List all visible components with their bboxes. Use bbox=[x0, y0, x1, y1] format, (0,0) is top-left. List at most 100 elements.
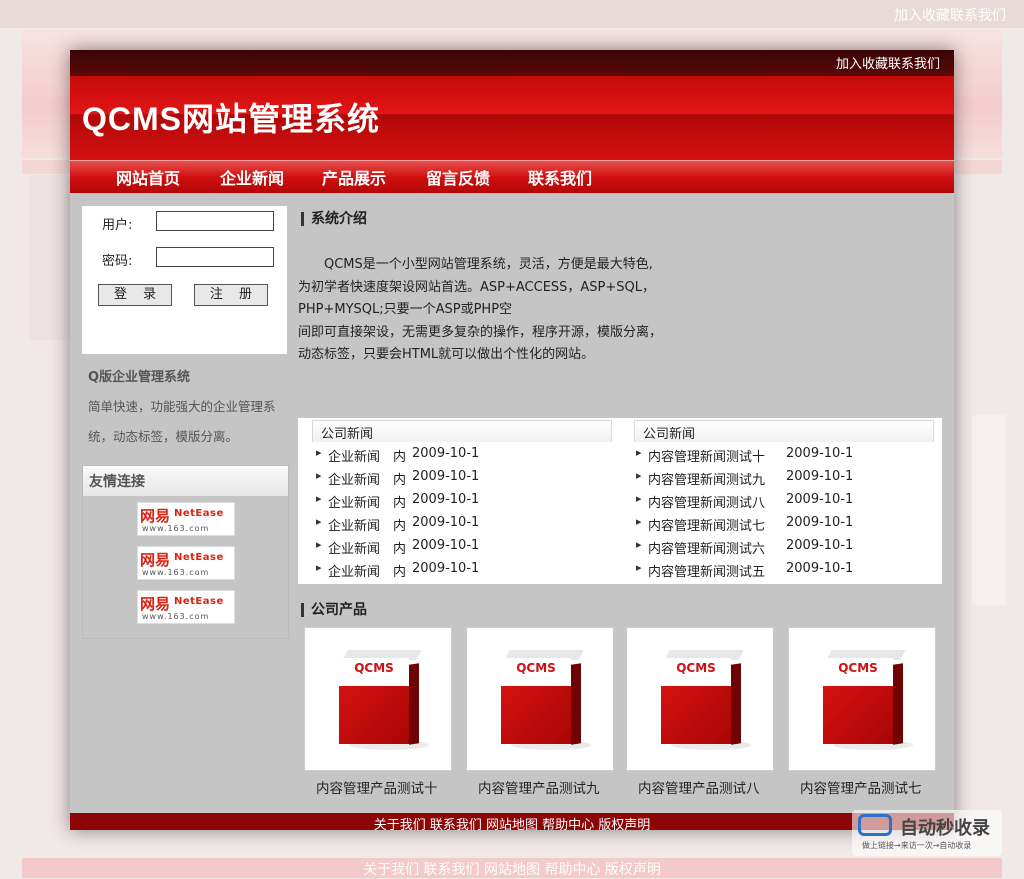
password-label: 密码: bbox=[102, 254, 133, 269]
news-item[interactable]: 内容管理新闻测试五 2009-10-1 bbox=[636, 561, 938, 584]
news-item[interactable]: 内容管理新闻测试十 2009-10-1 bbox=[636, 446, 938, 469]
box-side bbox=[409, 663, 419, 745]
system-intro-line: 为初学者快速度架设网站首选。ASP+ACCESS，ASP+SQL， bbox=[298, 279, 656, 295]
product-image[interactable]: QCMS bbox=[466, 627, 614, 771]
news-item-date: 2009-10-1 bbox=[786, 492, 854, 507]
news-item-title: 企业新闻 内 bbox=[328, 565, 407, 580]
news-item-date: 2009-10-1 bbox=[412, 561, 480, 576]
netease-link[interactable]: 网易 NetEase www.163.com bbox=[137, 502, 235, 536]
news-item-date: 2009-10-1 bbox=[412, 492, 480, 507]
netease-logo-en: NetEase bbox=[174, 596, 224, 607]
watermark-logo: 自动秒收录 做上链接→来访一次→自动收录 bbox=[852, 810, 1002, 856]
system-intro-title: 系统介绍 bbox=[301, 208, 367, 228]
product-name[interactable]: 内容管理产品测试七 bbox=[800, 777, 954, 797]
news-item-title: 内容管理新闻测试六 bbox=[648, 542, 766, 557]
watermark-subtitle: 做上链接→来访一次→自动收录 bbox=[862, 841, 972, 850]
main-nav: 网站首页 企业新闻 产品展示 留言反馈 联系我们 bbox=[70, 160, 954, 193]
product-image[interactable]: QCMS bbox=[788, 627, 936, 771]
netease-logo-en: NetEase bbox=[174, 508, 224, 519]
news-item-title: 内容管理新闻测试十 bbox=[648, 450, 766, 465]
product-name[interactable]: 内容管理产品测试九 bbox=[478, 777, 638, 797]
news-item-title: 企业新闻 内 bbox=[328, 450, 407, 465]
netease-logo-url: www.163.com bbox=[142, 568, 210, 577]
netease-logo-en: NetEase bbox=[174, 552, 224, 563]
product-name[interactable]: 内容管理产品测试八 bbox=[638, 777, 798, 797]
system-intro-line: 间即可直接架设，无需更多复杂的操作，程序开源，模版分离， bbox=[298, 324, 663, 340]
page-frame: 加入收藏联系我们 QCMS网站管理系统 网站首页 企业新闻 产品展示 留言反馈 … bbox=[70, 50, 954, 830]
news-item[interactable]: 企业新闻 内 2009-10-1 bbox=[316, 469, 628, 492]
box-side bbox=[893, 663, 903, 745]
register-button[interactable]: 注 册 bbox=[194, 284, 268, 306]
password-input[interactable] bbox=[156, 247, 274, 267]
netease-logo-url: www.163.com bbox=[142, 612, 210, 621]
netease-logo-url: www.163.com bbox=[142, 524, 210, 533]
product-name[interactable]: 内容管理产品测试十 bbox=[316, 777, 476, 797]
watermark-mark-icon bbox=[858, 814, 892, 836]
nav-item-news[interactable]: 企业新闻 bbox=[220, 165, 284, 189]
news-item-title: 企业新闻 内 bbox=[328, 519, 407, 534]
nav-item-contact[interactable]: 联系我们 bbox=[528, 165, 592, 189]
news-item-title: 企业新闻 内 bbox=[328, 473, 407, 488]
background-footer-text: 关于我们 联系我们 网站地图 帮助中心 版权声明 bbox=[363, 862, 661, 878]
intro-box: Q版企业管理系统 简单快速，功能强大的企业管理系统，动态标签，模版分离。 bbox=[82, 356, 287, 456]
background-panel-left bbox=[30, 175, 70, 340]
system-intro-text: QCMS是一个小型网站管理系统，灵活，方便是最大特色, 为初学者快速度架设网站首… bbox=[298, 254, 698, 367]
box-side bbox=[731, 663, 741, 745]
footer-links[interactable]: 关于我们 联系我们 网站地图 帮助中心 版权声明 bbox=[70, 814, 954, 830]
site-title: QCMS网站管理系统 bbox=[82, 101, 381, 137]
background-footer: 关于我们 联系我们 网站地图 帮助中心 版权声明 bbox=[22, 858, 1002, 878]
box-label: QCMS bbox=[661, 658, 731, 686]
box-label: QCMS bbox=[823, 658, 893, 686]
background-top-bar: 加入收藏联系我们 bbox=[0, 0, 1024, 28]
nav-item-products[interactable]: 产品展示 bbox=[322, 165, 386, 189]
tab-company-news-left[interactable]: 公司新闻 bbox=[312, 420, 612, 442]
news-item-title: 内容管理新闻测试七 bbox=[648, 519, 766, 534]
friend-links-header: 友情连接 bbox=[83, 466, 288, 496]
tab-company-news-right[interactable]: 公司新闻 bbox=[634, 420, 934, 442]
site-footer: 关于我们 联系我们 网站地图 帮助中心 版权声明 bbox=[70, 813, 954, 830]
news-item[interactable]: 内容管理新闻测试七 2009-10-1 bbox=[636, 515, 938, 538]
username-input[interactable] bbox=[156, 211, 274, 231]
news-item[interactable]: 内容管理新闻测试九 2009-10-1 bbox=[636, 469, 938, 492]
product-image[interactable]: QCMS bbox=[304, 627, 452, 771]
news-item[interactable]: 企业新闻 内 2009-10-1 bbox=[316, 515, 628, 538]
news-item-date: 2009-10-1 bbox=[412, 446, 480, 461]
netease-logo-cn: 网易 bbox=[140, 551, 171, 569]
netease-link[interactable]: 网易 NetEase www.163.com bbox=[137, 590, 235, 624]
news-item[interactable]: 企业新闻 内 2009-10-1 bbox=[316, 538, 628, 561]
news-item[interactable]: 企业新闻 内 2009-10-1 bbox=[316, 561, 628, 584]
news-item-date: 2009-10-1 bbox=[412, 469, 480, 484]
news-item-date: 2009-10-1 bbox=[786, 446, 854, 461]
news-item-date: 2009-10-1 bbox=[786, 469, 854, 484]
news-item-date: 2009-10-1 bbox=[786, 538, 854, 553]
news-item[interactable]: 内容管理新闻测试八 2009-10-1 bbox=[636, 492, 938, 515]
top-strip: 加入收藏联系我们 bbox=[70, 50, 954, 76]
news-item-title: 内容管理新闻测试五 bbox=[648, 565, 766, 580]
news-list-left: 企业新闻 内 2009-10-1 企业新闻 内 2009-10-1 企业新闻 内 20… bbox=[316, 446, 628, 584]
watermark-brand: 自动秒收录 bbox=[900, 818, 990, 839]
intro-box-title: Q版企业管理系统 bbox=[88, 370, 191, 385]
news-item-title: 内容管理新闻测试八 bbox=[648, 496, 766, 511]
product-image[interactable]: QCMS bbox=[626, 627, 774, 771]
netease-logo-cn: 网易 bbox=[140, 595, 171, 613]
news-item-title: 企业新闻 内 bbox=[328, 496, 407, 511]
intro-box-text: 简单快速，功能强大的企业管理系统，动态标签，模版分离。 bbox=[88, 399, 276, 444]
news-item[interactable]: 企业新闻 内 2009-10-1 bbox=[316, 492, 628, 515]
news-item[interactable]: 内容管理新闻测试六 2009-10-1 bbox=[636, 538, 938, 561]
login-button[interactable]: 登 录 bbox=[98, 284, 172, 306]
news-item-date: 2009-10-1 bbox=[412, 538, 480, 553]
nav-item-feedback[interactable]: 留言反馈 bbox=[426, 165, 490, 189]
box-side bbox=[571, 663, 581, 745]
friend-links-box: 友情连接 网易 NetEase www.163.com 网易 NetEase w… bbox=[82, 465, 289, 639]
netease-link[interactable]: 网易 NetEase www.163.com bbox=[137, 546, 235, 580]
news-item-date: 2009-10-1 bbox=[786, 515, 854, 530]
nav-item-home[interactable]: 网站首页 bbox=[116, 165, 180, 189]
system-intro-line: QCMS是一个小型网站管理系统，灵活，方便是最大特色, bbox=[298, 257, 653, 272]
background-panel-right bbox=[972, 415, 1006, 605]
news-item[interactable]: 企业新闻 内 2009-10-1 bbox=[316, 446, 628, 469]
top-links[interactable]: 加入收藏联系我们 bbox=[836, 53, 940, 72]
system-intro-line: 动态标签，只要会HTML就可以做出个性化的网站。 bbox=[298, 347, 595, 362]
news-item-date: 2009-10-1 bbox=[412, 515, 480, 530]
news-item-title: 企业新闻 内 bbox=[328, 542, 407, 557]
news-area: 公司新闻 企业新闻 内 2009-10-1 企业新闻 内 2009-10-1 企业新… bbox=[298, 418, 942, 584]
